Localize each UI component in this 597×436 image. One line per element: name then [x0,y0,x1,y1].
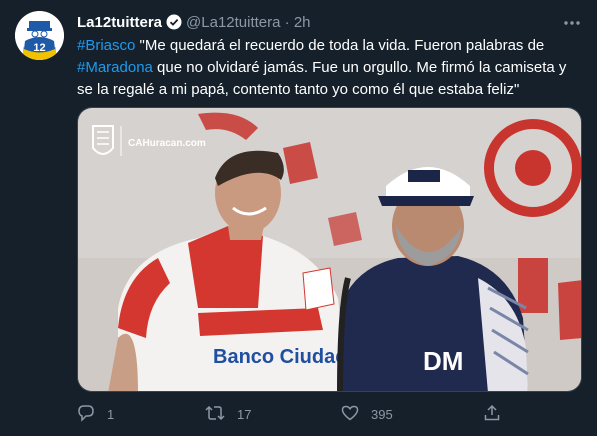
media-cap-text: DM [423,346,463,376]
retweet-icon [205,404,237,425]
hashtag-maradona[interactable]: #Maradona [77,59,153,76]
reply-button[interactable]: 1 [77,400,114,428]
like-icon [341,404,371,425]
author-handle[interactable]: @La12tuittera [186,14,280,31]
share-button[interactable] [483,400,513,428]
svg-text:12: 12 [33,42,45,54]
like-count: 395 [371,406,393,422]
avatar[interactable]: 12 [15,11,64,60]
verified-icon [166,14,182,37]
timestamp[interactable]: 2h [294,14,311,31]
tweet-text: #Briasco "Me quedará el recuerdo de toda… [77,35,582,101]
separator-dot: · [284,14,290,31]
like-button[interactable]: 395 [341,400,393,428]
author-name[interactable]: La12tuittera [77,14,162,31]
tweet-text-part: "Me quedará el recuerdo de toda la vida.… [135,37,545,54]
media-badge-text: CAHuracan.com [128,138,206,149]
retweet-button[interactable]: 17 [205,400,251,428]
tweet-actions: 1 17 395 [77,400,582,428]
retweet-count: 17 [237,406,252,422]
tweet-header: La12tuittera @La12tuittera · 2h [77,12,587,34]
media-sponsor-text: Banco Ciudad [213,346,347,368]
more-icon[interactable] [561,12,583,34]
reply-count: 1 [107,406,115,422]
hashtag-briasco[interactable]: #Briasco [77,37,135,54]
tweet[interactable]: 12 La12tuittera @La12tuittera · 2h #Brias… [0,0,597,436]
share-icon [483,404,513,425]
reply-icon [77,404,107,425]
tweet-photo[interactable]: CAHuracan.com Banco Ciudad DM [77,107,582,392]
